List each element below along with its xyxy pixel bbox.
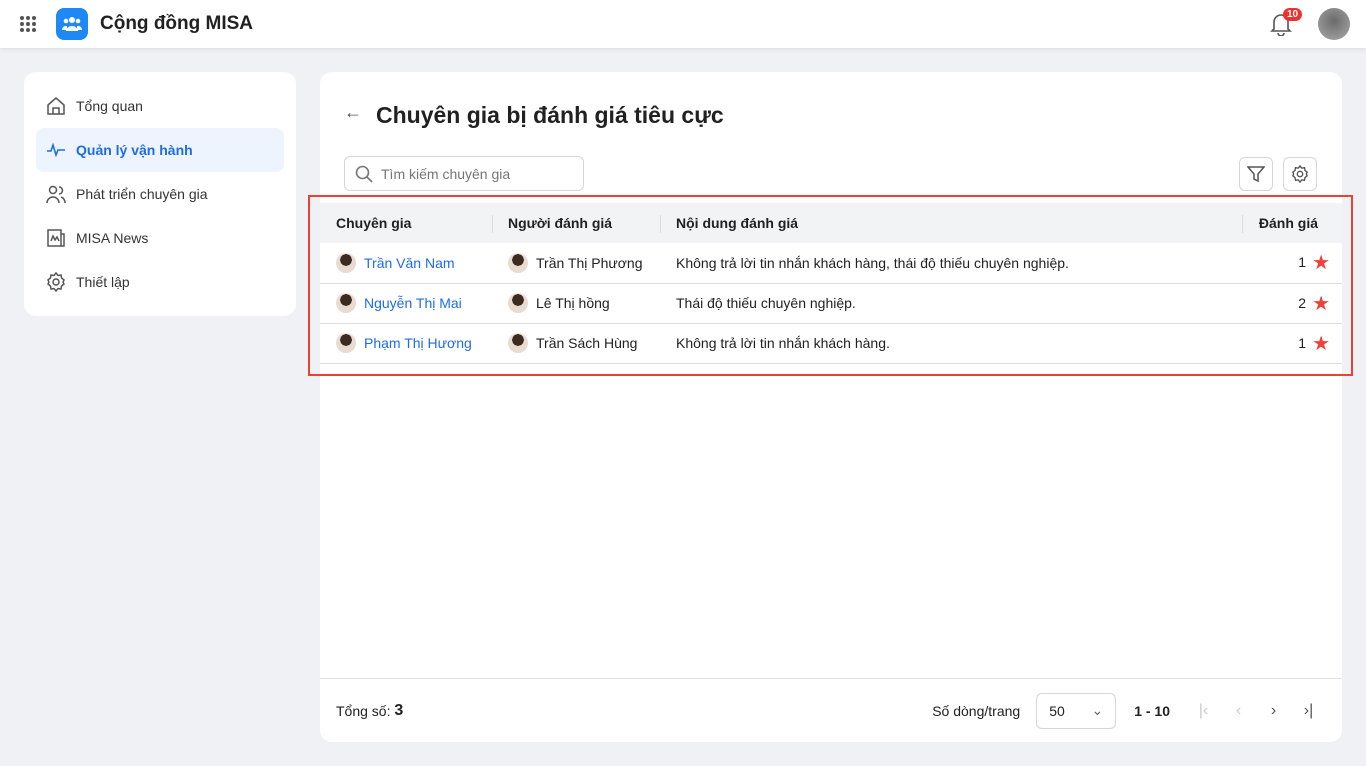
avatar bbox=[508, 333, 528, 353]
review-content: Không trả lời tin nhắn khách hàng. bbox=[660, 323, 1242, 364]
last-page-icon[interactable]: ›| bbox=[1291, 702, 1326, 720]
reviewer-name: Trần Thị Phương bbox=[536, 254, 643, 271]
rows-per-page-select[interactable]: 50 ⌄ bbox=[1036, 692, 1117, 729]
avatar bbox=[336, 293, 356, 313]
reviews-table: Chuyên gia Người đánh giá Nội dung đánh … bbox=[320, 203, 1342, 364]
sidebar-item-phat-trien-chuyen-gia[interactable]: Phát triển chuyên gia bbox=[36, 172, 284, 216]
user-avatar[interactable] bbox=[1318, 8, 1350, 40]
review-content: Thái độ thiếu chuyên nghiệp. bbox=[660, 283, 1242, 324]
star-icon: ★ bbox=[1312, 292, 1330, 315]
next-page-icon[interactable]: › bbox=[1256, 702, 1291, 720]
page-range: 1 - 10 bbox=[1134, 702, 1170, 719]
expert-link[interactable]: Trần Văn Nam bbox=[364, 255, 455, 271]
avatar bbox=[508, 252, 528, 273]
news-icon bbox=[47, 229, 65, 247]
sidebar-item-thiet-lap[interactable]: Thiết lập bbox=[36, 260, 284, 304]
chevron-down-icon: ⌄ bbox=[1091, 702, 1104, 718]
prev-page-icon[interactable]: ‹ bbox=[1221, 702, 1256, 720]
total-label: Tổng số: bbox=[336, 702, 391, 719]
pagination-bar: Tổng số: 3 Số dòng/trang 50 ⌄ 1 - 10 |‹ ‹… bbox=[320, 678, 1342, 742]
search-input[interactable] bbox=[381, 165, 571, 182]
sidebar-item-quan-ly-van-hanh[interactable]: Quản lý vận hành bbox=[36, 128, 284, 172]
expert-link[interactable]: Phạm Thị Hương bbox=[364, 335, 472, 351]
avatar bbox=[336, 333, 356, 353]
settings-button[interactable] bbox=[1283, 157, 1317, 191]
avatar bbox=[508, 293, 528, 313]
gear-icon bbox=[47, 272, 65, 292]
expert-link[interactable]: Nguyễn Thị Mai bbox=[364, 295, 462, 311]
star-icon: ★ bbox=[1312, 252, 1330, 275]
main-panel: ← Chuyên gia bị đánh giá tiêu cực Chuyên… bbox=[320, 72, 1342, 742]
reviewer-name: Trần Sách Hùng bbox=[536, 335, 638, 351]
col-content[interactable]: Nội dung đánh giá bbox=[660, 203, 1242, 243]
notification-badge: 10 bbox=[1283, 8, 1303, 21]
gear-icon bbox=[1291, 165, 1309, 183]
filter-button[interactable] bbox=[1239, 157, 1273, 191]
back-arrow-icon[interactable]: ← bbox=[344, 102, 362, 123]
filter-icon bbox=[1247, 166, 1265, 183]
reviewer-name: Lê Thị hồng bbox=[536, 295, 610, 311]
col-expert[interactable]: Chuyên gia bbox=[320, 203, 492, 243]
avatar bbox=[336, 252, 356, 273]
rating-value: 2 bbox=[1298, 294, 1307, 311]
table-row[interactable]: Nguyễn Thị Mai Lê Thị hồng Thái độ thiếu… bbox=[320, 283, 1342, 324]
rating-value: 1 bbox=[1298, 254, 1307, 271]
home-icon bbox=[47, 97, 65, 115]
sidebar-item-tong-quan[interactable]: Tổng quan bbox=[36, 84, 284, 128]
col-reviewer[interactable]: Người đánh giá bbox=[492, 203, 660, 243]
col-rating[interactable]: Đánh giá bbox=[1242, 203, 1342, 243]
users-icon bbox=[46, 185, 66, 204]
star-icon: ★ bbox=[1312, 332, 1330, 355]
sidebar-item-misa-news[interactable]: MISA News bbox=[36, 216, 284, 260]
sidebar: Tổng quan Quản lý vận hành Phát triển ch… bbox=[24, 72, 296, 316]
app-grid-icon[interactable] bbox=[20, 16, 36, 32]
total-count: 3 bbox=[394, 701, 404, 719]
search-icon bbox=[355, 165, 373, 183]
app-logo bbox=[56, 8, 88, 40]
table-row[interactable]: Trần Văn Nam Trần Thị Phương Không trả l… bbox=[320, 243, 1342, 284]
first-page-icon[interactable]: |‹ bbox=[1186, 702, 1221, 720]
page-title: Chuyên gia bị đánh giá tiêu cực bbox=[376, 102, 724, 128]
activity-icon bbox=[47, 142, 65, 158]
review-content: Không trả lời tin nhắn khách hàng, thái … bbox=[660, 243, 1242, 284]
table-row[interactable]: Phạm Thị Hương Trần Sách Hùng Không trả … bbox=[320, 323, 1342, 364]
app-title: Cộng đồng MISA bbox=[100, 13, 254, 34]
top-bar: Cộng đồng MISA 10 bbox=[0, 0, 1366, 48]
rows-per-page-label: Số dòng/trang bbox=[932, 702, 1021, 719]
search-box[interactable] bbox=[344, 156, 584, 191]
rating-value: 1 bbox=[1298, 334, 1307, 351]
